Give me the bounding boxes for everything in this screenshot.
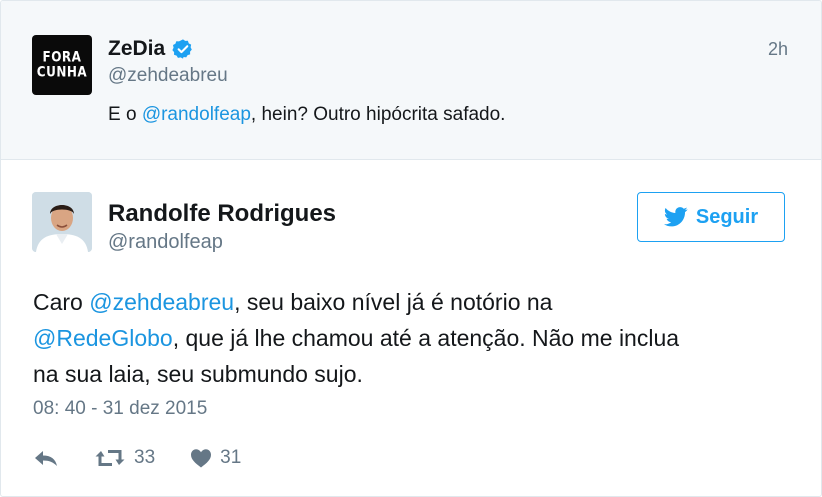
- parent-tweet-time[interactable]: 2h: [768, 39, 788, 60]
- tweet-text-line-2: @RedeGlobo, que já lhe chamou até a aten…: [33, 320, 793, 356]
- main-author-name[interactable]: Randolfe Rodrigues: [108, 200, 336, 228]
- text-line2-suffix: , que já lhe chamou até a atenção. Não m…: [172, 325, 680, 351]
- verified-badge-icon: [172, 38, 194, 60]
- like-count: 31: [220, 447, 242, 468]
- main-tweet-text: Caro @zehdeabreu, seu baixo nível já é n…: [33, 284, 793, 392]
- tweet-embed-card: FORA CUNHA ZeDia @zehdeabreu 2h E o @ran…: [0, 0, 822, 497]
- mention-link-randolfeap[interactable]: @randolfeap: [142, 104, 251, 125]
- reply-icon: [35, 451, 57, 466]
- tweet-text-line-3: na sua laia, seu submundo sujo.: [33, 361, 363, 387]
- parent-tweet-text: E o @randolfeap, hein? Outro hipócrita s…: [108, 104, 505, 126]
- parent-text-suffix: , hein? Outro hipócrita safado.: [250, 104, 506, 125]
- avatar-text-line2: CUNHA: [36, 63, 88, 80]
- reply-button[interactable]: [33, 448, 59, 468]
- fora-cunha-avatar[interactable]: FORA CUNHA: [32, 35, 92, 95]
- parent-author-handle[interactable]: @zehdeabreu: [108, 65, 228, 87]
- parent-author-name-row[interactable]: ZeDia: [108, 37, 194, 61]
- tweet-timestamp[interactable]: 08: 40 - 31 dez 2015: [33, 398, 207, 420]
- tweet-actions: 33 31: [33, 445, 241, 471]
- text-line1-prefix: Caro: [33, 289, 90, 315]
- parent-tweet[interactable]: FORA CUNHA ZeDia @zehdeabreu 2h E o @ran…: [1, 1, 821, 160]
- like-button[interactable]: 31: [190, 447, 241, 469]
- retweet-count: 33: [134, 447, 156, 468]
- retweet-button[interactable]: 33: [94, 447, 155, 469]
- randolfe-avatar[interactable]: [32, 192, 92, 252]
- heart-icon: [191, 449, 212, 468]
- retweet-icon: [95, 450, 125, 466]
- follow-button[interactable]: Seguir: [637, 192, 785, 242]
- mention-link-redeglobo[interactable]: @RedeGlobo: [33, 325, 173, 351]
- text-line1-suffix: , seu baixo nível já é notório na: [234, 289, 553, 315]
- follow-button-label: Seguir: [695, 205, 759, 228]
- tweet-text-line-1: Caro @zehdeabreu, seu baixo nível já é n…: [33, 284, 793, 320]
- twitter-bird-icon: [663, 207, 688, 227]
- parent-text-prefix: E o: [108, 104, 142, 125]
- parent-author-name[interactable]: ZeDia: [108, 37, 165, 61]
- mention-link-zehdeabreu[interactable]: @zehdeabreu: [89, 289, 234, 315]
- main-author-handle[interactable]: @randolfeap: [108, 231, 223, 254]
